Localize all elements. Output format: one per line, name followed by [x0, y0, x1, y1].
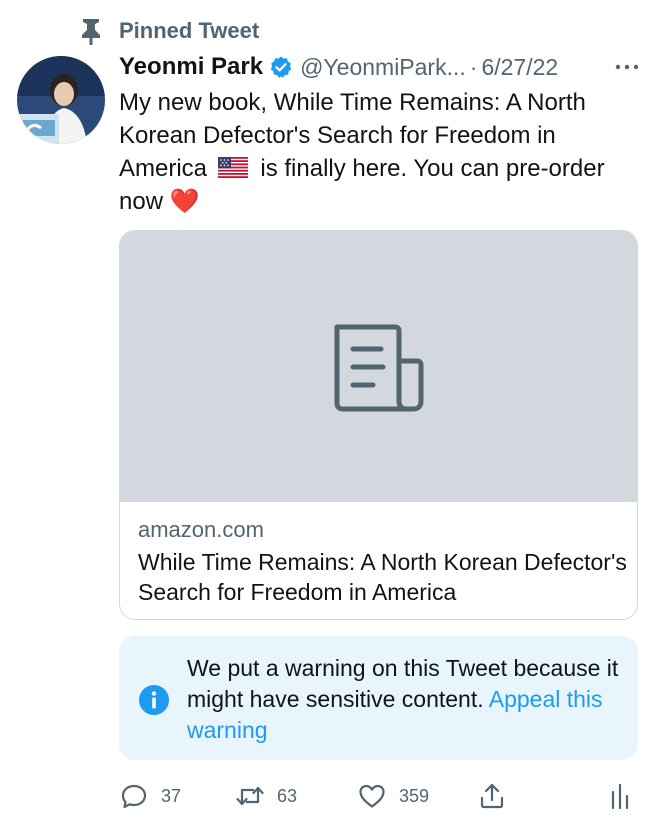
tweet-date[interactable]: 6/27/22	[481, 54, 558, 81]
tweet-header: Yeonmi Park @YeonmiPark... · 6/27/22	[119, 50, 640, 84]
more-options-icon[interactable]	[614, 57, 640, 77]
reply-count: 37	[161, 785, 182, 806]
card-image-placeholder[interactable]	[120, 231, 637, 502]
analytics-icon	[605, 781, 635, 811]
link-preview-card[interactable]: amazon.com While Time Remains: A North K…	[119, 230, 638, 620]
card-domain: amazon.com	[138, 517, 264, 542]
reply-button[interactable]: 37	[119, 777, 181, 815]
pinned-label: Pinned Tweet	[119, 18, 260, 43]
sensitive-content-warning: We put a warning on this Tweet because i…	[119, 636, 638, 760]
separator-dot: ·	[469, 53, 478, 80]
like-count: 359	[399, 785, 430, 806]
avatar[interactable]	[17, 56, 105, 144]
card-title: While Time Remains: A North Korean Defec…	[138, 549, 627, 605]
warning-text: We put a warning on this Tweet because i…	[187, 653, 627, 746]
tweet-text: My new book, While Time Remains: A North…	[119, 86, 644, 218]
article-icon	[334, 324, 423, 411]
share-icon	[477, 781, 507, 811]
info-icon	[138, 684, 170, 716]
pinned-indicator: Pinned Tweet	[78, 16, 259, 46]
user-handle[interactable]: @YeonmiPark...	[300, 54, 466, 81]
like-button[interactable]: 359	[357, 777, 429, 815]
pin-icon	[78, 16, 104, 46]
share-button[interactable]	[477, 777, 507, 815]
retweet-button[interactable]: 63	[235, 777, 297, 815]
analytics-button[interactable]	[605, 777, 635, 815]
retweet-count: 63	[277, 785, 298, 806]
us-flag-icon	[217, 154, 248, 178]
reply-icon	[119, 781, 149, 811]
display-name[interactable]: Yeonmi Park	[119, 53, 263, 81]
tweet-actions: 37 63 359	[119, 777, 638, 815]
verified-badge-icon	[269, 55, 293, 79]
heart-emoji: ❤️	[169, 188, 200, 215]
retweet-icon	[235, 781, 265, 811]
heart-icon	[357, 781, 387, 811]
